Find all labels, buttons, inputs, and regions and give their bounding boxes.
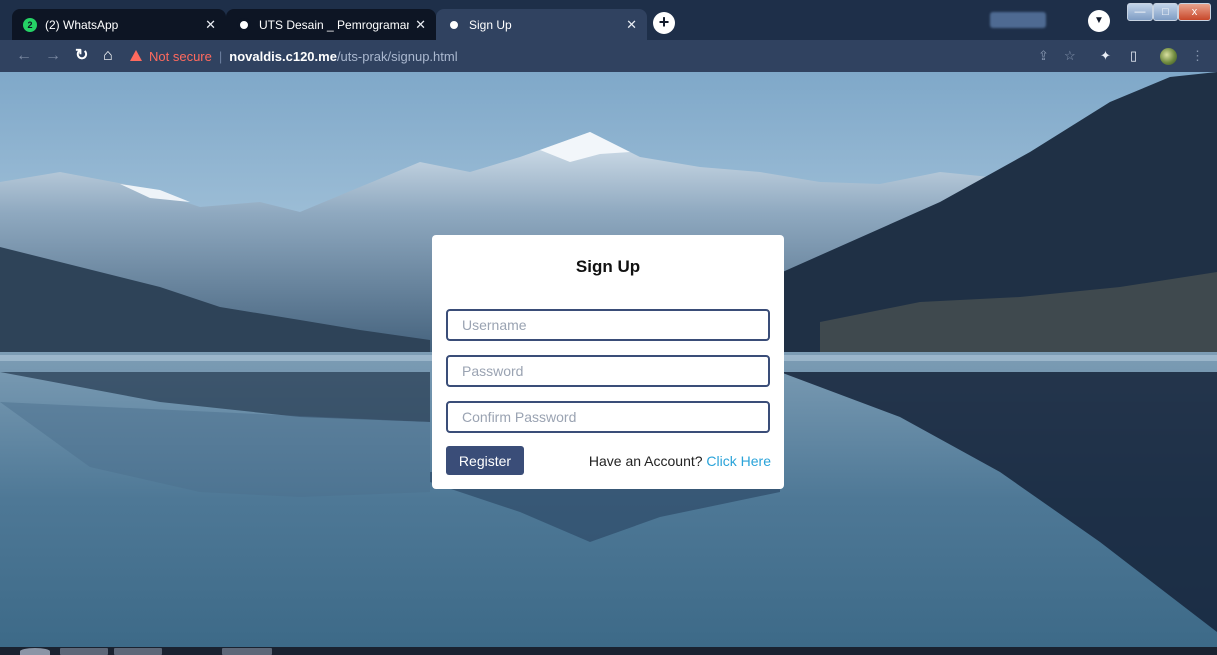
forward-arrow-icon[interactable]: → bbox=[45, 46, 61, 66]
close-icon[interactable]: ✕ bbox=[626, 17, 637, 33]
browser-toolbar: ← → ↻ ⌂ Not secure | novaldis.c120.me /u… bbox=[0, 40, 1217, 72]
tab-whatsapp[interactable]: 2 (2) WhatsApp ✕ bbox=[12, 9, 226, 40]
back-arrow-icon[interactable]: ← bbox=[16, 46, 32, 66]
confirm-password-input[interactable] bbox=[446, 401, 770, 433]
profile-badge[interactable] bbox=[990, 12, 1046, 28]
star-icon[interactable]: ☆ bbox=[1064, 48, 1076, 64]
password-input[interactable] bbox=[446, 355, 770, 387]
home-icon[interactable]: ⌂ bbox=[103, 46, 113, 66]
side-panel-icon[interactable]: ▯ bbox=[1130, 48, 1137, 64]
taskbar-item[interactable] bbox=[222, 648, 272, 655]
new-tab-button[interactable]: + bbox=[653, 12, 675, 34]
account-prompt: Have an Account? bbox=[588, 453, 703, 469]
username-input[interactable] bbox=[446, 309, 770, 341]
profile-avatar-icon[interactable] bbox=[1160, 48, 1177, 65]
account-prompt-row: Have an Account? Click Here bbox=[589, 453, 771, 469]
close-icon[interactable]: ✕ bbox=[415, 17, 426, 33]
whatsapp-icon: 2 bbox=[23, 17, 37, 32]
taskbar-item[interactable] bbox=[60, 648, 108, 655]
start-button[interactable] bbox=[20, 648, 50, 655]
security-label[interactable]: Not secure bbox=[149, 49, 212, 64]
browser-tab-bar: 2 (2) WhatsApp ✕ UTS Desain _ Pemrograma… bbox=[0, 0, 1217, 40]
url-path: /uts-prak/signup.html bbox=[336, 48, 458, 64]
divider: | bbox=[218, 48, 223, 64]
address-bar[interactable]: Not secure | novaldis.c120.me /uts-prak/… bbox=[130, 45, 1090, 67]
minimize-button[interactable]: — bbox=[1127, 3, 1153, 21]
tab-title: UTS Desain _ Pemrograman Web bbox=[259, 17, 410, 32]
tab-sign-up[interactable]: Sign Up ✕ bbox=[436, 9, 647, 40]
url-host: novaldis.c120.me bbox=[229, 48, 337, 64]
tab-title: (2) WhatsApp bbox=[45, 17, 119, 32]
maximize-button[interactable]: □ bbox=[1153, 3, 1178, 21]
close-window-button[interactable]: x bbox=[1178, 3, 1211, 21]
tab-title: Sign Up bbox=[469, 17, 512, 32]
globe-icon bbox=[447, 17, 461, 32]
signup-title: Sign Up bbox=[575, 257, 641, 276]
os-taskbar bbox=[0, 647, 1217, 655]
share-icon[interactable]: ⇪ bbox=[1038, 48, 1049, 64]
reload-icon[interactable]: ↻ bbox=[75, 46, 88, 66]
register-button[interactable]: Register bbox=[446, 446, 524, 475]
warning-icon bbox=[130, 49, 142, 61]
menu-icon[interactable]: ⋮ bbox=[1191, 48, 1204, 64]
login-link[interactable]: Click Here bbox=[706, 453, 771, 469]
tab-search-icon[interactable]: ▼ bbox=[1088, 10, 1110, 32]
signup-card: Sign Up Register Have an Account? Click … bbox=[432, 235, 784, 489]
taskbar-item[interactable] bbox=[114, 648, 162, 655]
globe-icon bbox=[237, 17, 251, 32]
extensions-icon[interactable]: ✦ bbox=[1100, 48, 1111, 64]
close-icon[interactable]: ✕ bbox=[205, 17, 216, 33]
tab-uts-desain[interactable]: UTS Desain _ Pemrograman Web ✕ bbox=[226, 9, 436, 40]
